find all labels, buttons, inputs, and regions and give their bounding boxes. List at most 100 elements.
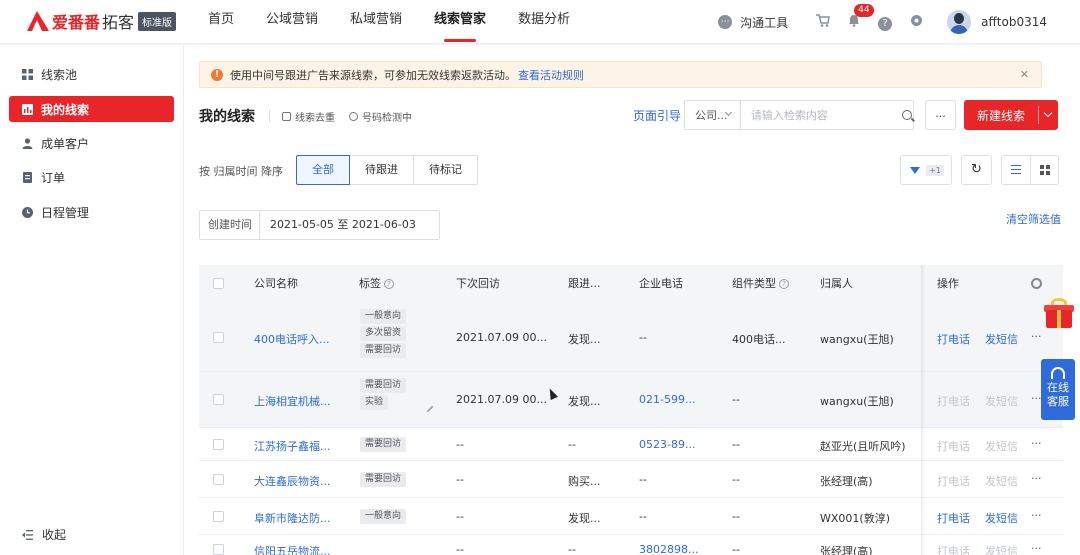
cart-icon[interactable] (816, 13, 831, 31)
sms-button[interactable]: 发短信 (985, 393, 1018, 409)
date-range-filter[interactable]: 创建时间 2021-05-05 至 2021-06-03 (199, 210, 440, 240)
list-view-button[interactable] (1002, 156, 1030, 184)
new-lead-button[interactable]: 新建线索 (964, 100, 1058, 130)
sidebar-item-orders[interactable]: 订单 (9, 164, 174, 190)
online-service-button[interactable]: 在线客服 (1041, 359, 1075, 420)
company-name-link[interactable]: 400电话呼入... (254, 331, 330, 347)
nav-lead-manager[interactable]: 线索管家 (434, 0, 486, 44)
table-row[interactable]: 信阳五岳物流... -- -- 3802898... -- 张经理(高) 打电话 发短信 ··· (199, 535, 1063, 555)
row-more-button[interactable]: ··· (1031, 472, 1042, 485)
sms-button[interactable]: 发短信 (985, 331, 1018, 347)
call-button[interactable]: 打电话 (937, 393, 970, 409)
tag: 实验 (360, 395, 389, 410)
row-checkbox[interactable] (213, 544, 224, 555)
col-widget-type[interactable]: 组件类型? (732, 265, 789, 303)
call-button[interactable]: 打电话 (937, 331, 970, 347)
sidebar-item-schedule[interactable]: 日程管理 (9, 199, 174, 225)
sidebar-collapse-button[interactable]: 收起 (22, 526, 66, 543)
row-checkbox[interactable] (213, 439, 224, 450)
table-row[interactable]: 阜新市隆达防... -- 发现... -- -- WX001(敦淳) 一般意向 打电话 发短信 ·… (199, 498, 1063, 535)
sidebar-item-label: 线索池 (41, 67, 78, 82)
col-follow[interactable]: 跟进... (568, 265, 601, 303)
tab-pending-mark[interactable]: 待标记 (413, 155, 478, 185)
sidebar-item-customers[interactable]: 成单客户 (9, 130, 174, 156)
view-toggle (1001, 155, 1059, 185)
col-tags[interactable]: 标签? (359, 265, 394, 303)
call-button[interactable]: 打电话 (937, 438, 970, 454)
phone-cell[interactable]: 0523-89... (639, 438, 695, 451)
edit-tag-icon[interactable] (426, 405, 434, 413)
more-button[interactable]: ... (925, 100, 956, 130)
logo[interactable]: 爱番番 拓客 标准版 (26, 9, 177, 33)
gift-promo-icon[interactable] (1043, 298, 1075, 330)
row-checkbox[interactable] (213, 332, 224, 343)
row-checkbox[interactable] (213, 511, 224, 522)
search-input[interactable] (740, 101, 896, 129)
column-settings-gear-icon[interactable] (1031, 278, 1042, 289)
row-more-button[interactable]: ··· (1031, 330, 1042, 343)
bell-icon[interactable]: 44 (848, 3, 874, 31)
col-next-visit[interactable]: 下次回访 (456, 265, 500, 303)
row-checkbox[interactable] (213, 474, 224, 485)
page-guide-link[interactable]: 页面引导 (633, 107, 681, 124)
grid-view-button[interactable] (1029, 156, 1059, 184)
nav-home[interactable]: 首页 (208, 0, 234, 44)
row-more-button[interactable]: ··· (1031, 437, 1042, 450)
edition-badge: 标准版 (138, 11, 177, 31)
sort-label[interactable]: 按 归属时间 降序 (199, 163, 283, 179)
row-more-button[interactable]: ··· (1031, 392, 1042, 405)
table-row[interactable]: 400电话呼入... 2021.07.09 00... 发现... -- 400电话..… (199, 303, 1063, 372)
sidebar-item-lead-pool[interactable]: 线索池 (9, 61, 174, 87)
company-name-link[interactable]: 大连鑫辰物资... (254, 473, 331, 489)
sms-button[interactable]: 发短信 (985, 543, 1018, 555)
phone-cell[interactable]: 021-599... (639, 393, 695, 406)
company-name-link[interactable]: 信阳五岳物流... (254, 543, 331, 555)
sidebar-item-my-leads[interactable]: 我的线索 (9, 96, 174, 122)
search-field-select[interactable]: 公司... (685, 101, 741, 129)
refresh-button[interactable]: ↻ (961, 155, 992, 185)
question-icon: ? (779, 279, 789, 289)
table-row[interactable]: 江苏扬子鑫福... -- -- 0523-89... -- 赵亚光(且听风吟) 需要回访 打电… (199, 428, 1063, 461)
username[interactable]: afftob0314 (981, 15, 1047, 29)
call-button[interactable]: 打电话 (937, 510, 970, 526)
row-checkbox[interactable] (213, 394, 224, 405)
col-phone[interactable]: 企业电话 (639, 265, 683, 303)
filter-button[interactable]: +1 (900, 155, 952, 185)
call-button[interactable]: 打电话 (937, 473, 970, 489)
nav-public-marketing[interactable]: 公域营销 (266, 0, 318, 44)
tab-all[interactable]: 全部 (296, 155, 350, 185)
company-name-link[interactable]: 阜新市隆达防... (254, 510, 331, 526)
sms-button[interactable]: 发短信 (985, 438, 1018, 454)
date-range-value[interactable]: 2021-05-05 至 2021-06-03 (260, 211, 416, 239)
sms-button[interactable]: 发短信 (985, 473, 1018, 489)
sms-button[interactable]: 发短信 (985, 510, 1018, 526)
company-name-link[interactable]: 上海相宜机械... (254, 393, 331, 409)
tab-pending-follow[interactable]: 待跟进 (349, 155, 414, 185)
notice-rules-link[interactable]: 查看活动规则 (518, 67, 584, 83)
col-owner[interactable]: 归属人 (820, 265, 853, 303)
new-lead-dropdown-chevron-icon[interactable] (1039, 100, 1058, 130)
tag: 需要回访 (360, 472, 407, 487)
search-icon[interactable] (896, 101, 913, 129)
nav-data-analysis[interactable]: 数据分析 (518, 0, 570, 44)
close-icon[interactable]: ✕ (1020, 68, 1029, 81)
table-row[interactable]: 大连鑫辰物资... -- 购买... -- -- 张经理(高) 需要回访 打电话 发短信 ··· (199, 461, 1063, 498)
col-company[interactable]: 公司名称 (254, 265, 298, 303)
nav-private-marketing[interactable]: 私域营销 (350, 0, 402, 44)
chat-tool-button[interactable]: ··· 沟通工具 (718, 14, 788, 31)
select-all-checkbox[interactable] (213, 278, 224, 289)
table-row[interactable]: 上海相宜机械... 2021.07.09 00... 发现... 021-599...… (199, 372, 1063, 428)
company-name-link[interactable]: 江苏扬子鑫福... (254, 438, 331, 454)
dedupe-button[interactable]: 线索去重 (282, 109, 335, 124)
settings-gear-icon[interactable] (910, 14, 923, 31)
clear-filters-link[interactable]: 清空筛选值 (1006, 211, 1061, 227)
date-filter-label: 创建时间 (200, 211, 260, 239)
phone-check-button[interactable]: 号码检测中 (349, 109, 412, 124)
help-icon[interactable]: ? (878, 14, 893, 31)
phone-cell[interactable]: 3802898... (639, 543, 698, 555)
row-more-button[interactable]: ··· (1031, 542, 1042, 555)
tag: 一般意向 (360, 309, 407, 324)
call-button[interactable]: 打电话 (937, 543, 970, 555)
row-more-button[interactable]: ··· (1031, 509, 1042, 522)
user-avatar[interactable] (947, 10, 972, 34)
